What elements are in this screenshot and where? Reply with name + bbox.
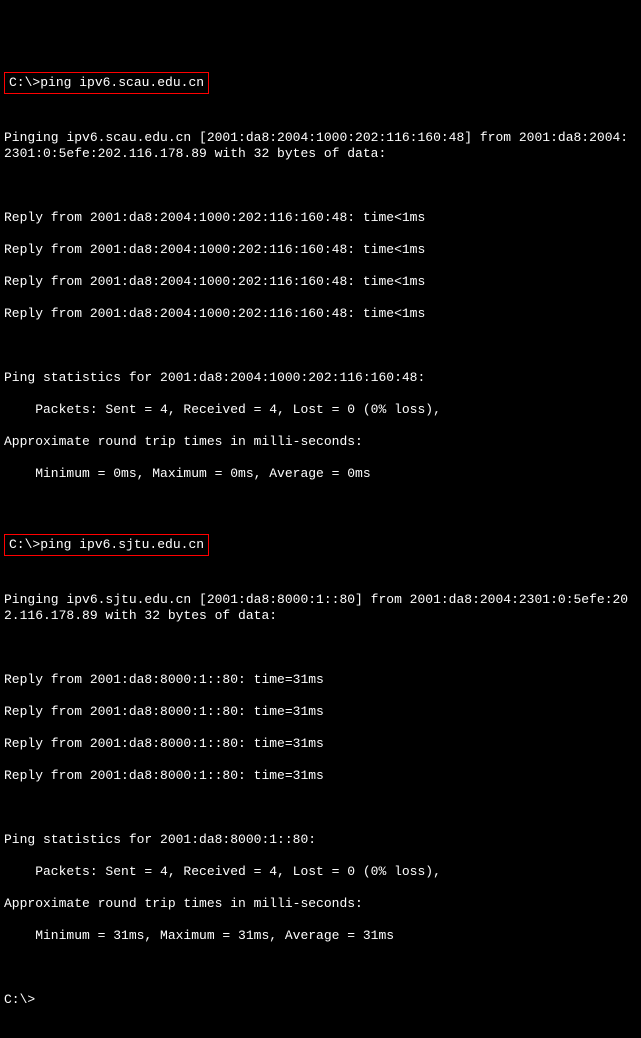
ping-packets: Packets: Sent = 4, Received = 4, Lost = … <box>4 402 637 418</box>
ping-reply: Reply from 2001:da8:8000:1::80: time=31m… <box>4 768 637 784</box>
ping-reply: Reply from 2001:da8:2004:1000:202:116:16… <box>4 210 637 226</box>
command-line-2[interactable]: C:\>ping ipv6.sjtu.edu.cn <box>4 534 209 556</box>
ping-header-1: Pinging ipv6.scau.edu.cn [2001:da8:2004:… <box>4 130 637 162</box>
ping-reply: Reply from 2001:da8:2004:1000:202:116:16… <box>4 306 637 322</box>
command-line-1[interactable]: C:\>ping ipv6.scau.edu.cn <box>4 72 209 94</box>
ping-reply: Reply from 2001:da8:2004:1000:202:116:16… <box>4 242 637 258</box>
ping-approx: Approximate round trip times in milli-se… <box>4 896 637 912</box>
ping-times: Minimum = 31ms, Maximum = 31ms, Average … <box>4 928 637 944</box>
prompt-idle[interactable]: C:\> <box>4 992 637 1008</box>
prompt: C:\> <box>9 75 40 90</box>
ping-reply: Reply from 2001:da8:8000:1::80: time=31m… <box>4 672 637 688</box>
ping-stats-header: Ping statistics for 2001:da8:2004:1000:2… <box>4 370 637 386</box>
command-text: ping ipv6.scau.edu.cn <box>40 75 204 90</box>
ping-times: Minimum = 0ms, Maximum = 0ms, Average = … <box>4 466 637 482</box>
ping-reply: Reply from 2001:da8:8000:1::80: time=31m… <box>4 736 637 752</box>
ping-reply: Reply from 2001:da8:8000:1::80: time=31m… <box>4 704 637 720</box>
ping-stats-header: Ping statistics for 2001:da8:8000:1::80: <box>4 832 637 848</box>
command-text: ping ipv6.sjtu.edu.cn <box>40 537 204 552</box>
ping-approx: Approximate round trip times in milli-se… <box>4 434 637 450</box>
ping-header-2: Pinging ipv6.sjtu.edu.cn [2001:da8:8000:… <box>4 592 637 624</box>
ping-reply: Reply from 2001:da8:2004:1000:202:116:16… <box>4 274 637 290</box>
ping-packets: Packets: Sent = 4, Received = 4, Lost = … <box>4 864 637 880</box>
prompt: C:\> <box>9 537 40 552</box>
